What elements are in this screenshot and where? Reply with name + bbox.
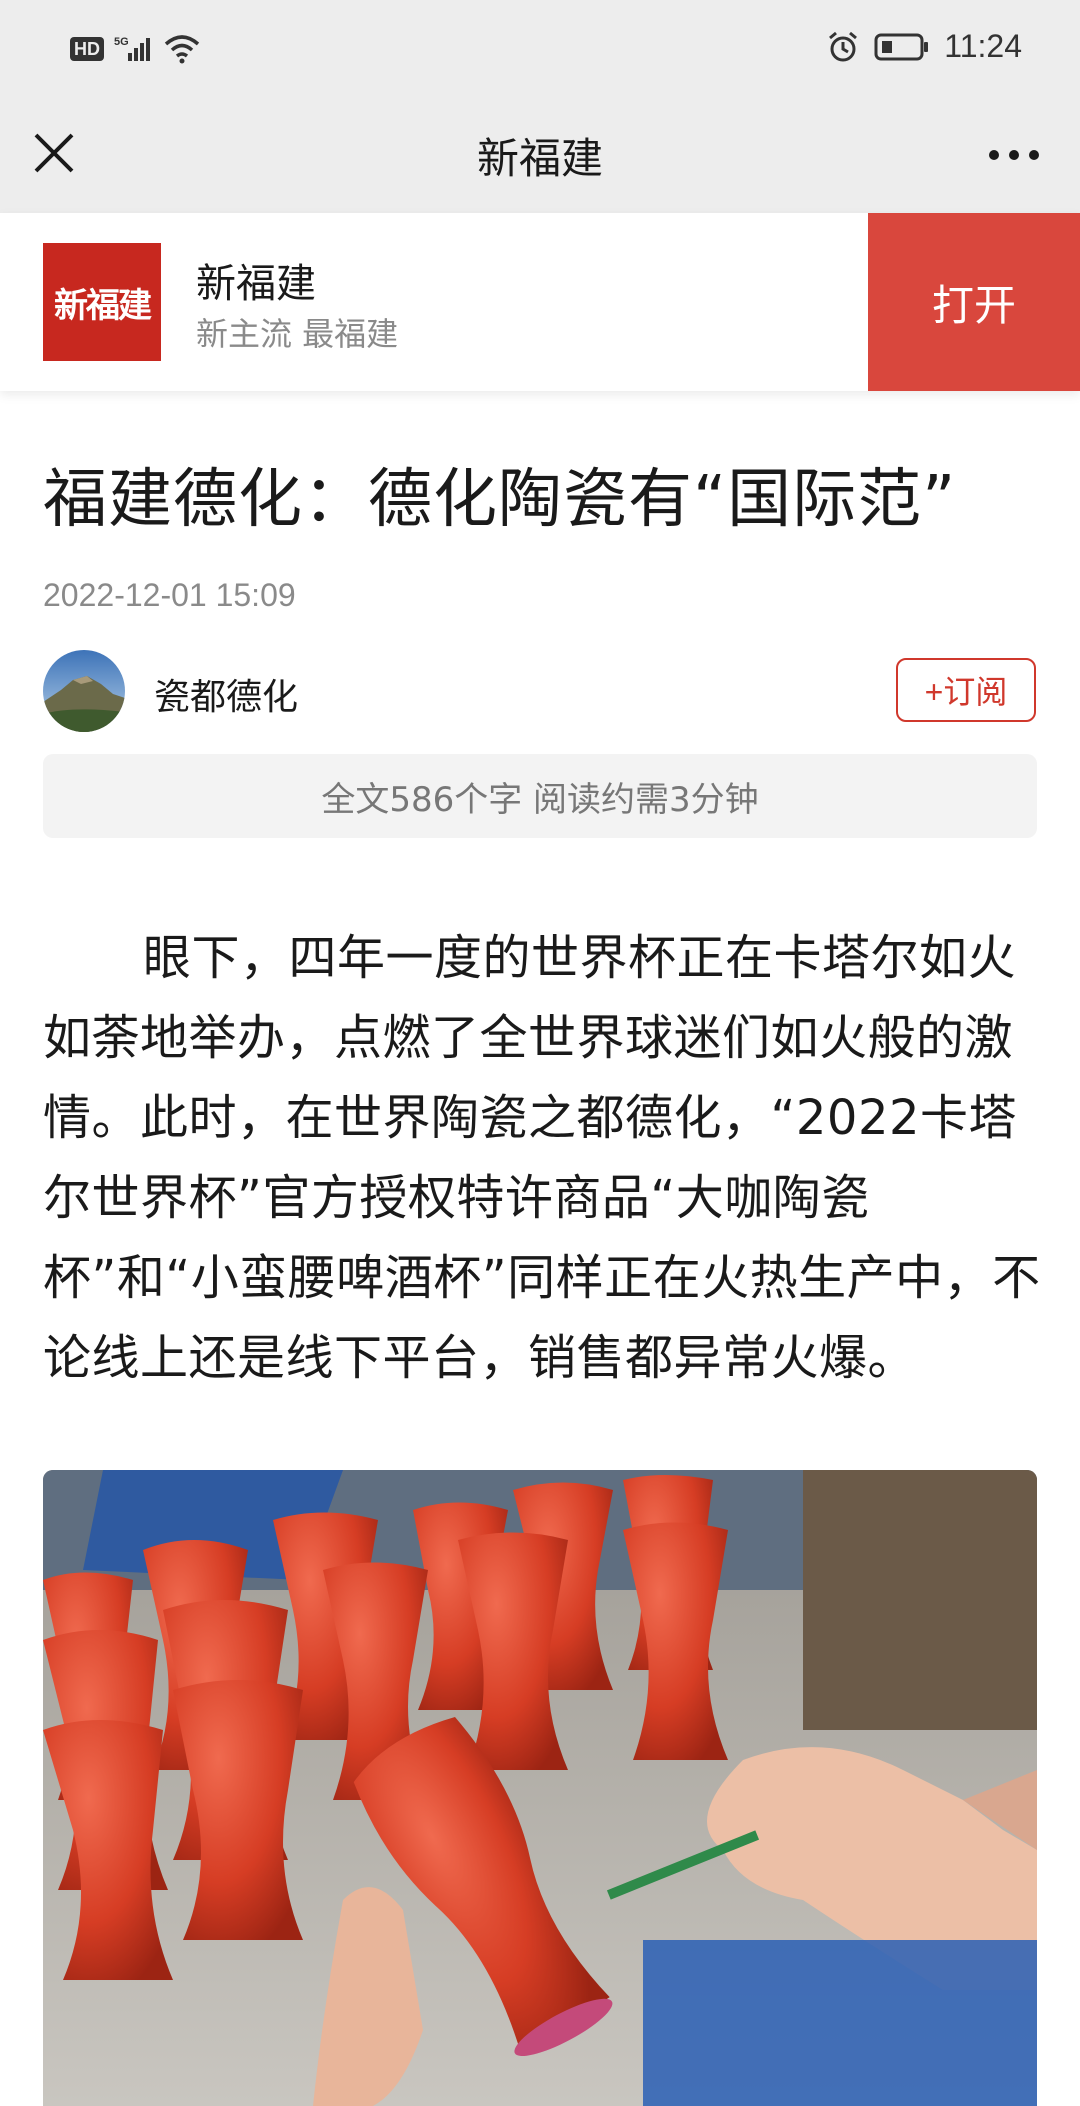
status-bar: HD 5G 11:24 xyxy=(0,0,1080,105)
signal-icon: 5G xyxy=(114,36,150,61)
ceramic-cups-photo xyxy=(43,1470,1037,2106)
status-left: HD 5G xyxy=(70,34,200,64)
article-title: 福建德化：德化陶瓷有“国际范” xyxy=(43,463,957,537)
wifi-icon xyxy=(164,35,200,64)
alarm-icon xyxy=(829,31,858,61)
subscribe-button[interactable]: +订阅 xyxy=(896,658,1036,722)
read-info: 全文586个字 阅读约需3分钟 xyxy=(43,754,1037,838)
author-name[interactable]: 瓷都德化 xyxy=(154,668,298,720)
app-slogan: 新主流 最福建 xyxy=(196,315,399,353)
more-icon[interactable] xyxy=(986,135,1042,175)
avatar-image xyxy=(43,650,125,732)
open-app-button[interactable]: 打开 xyxy=(868,213,1080,391)
article-photo xyxy=(43,1470,1037,2106)
status-right: 11:24 xyxy=(826,28,1022,65)
title-bar: 新福建 xyxy=(0,105,1080,213)
app-logo: 新福建 xyxy=(43,243,161,361)
author-avatar[interactable] xyxy=(43,650,125,732)
clock: 11:24 xyxy=(944,28,1022,64)
publish-date: 2022-12-01 15:09 xyxy=(43,577,296,613)
article-paragraph: 眼下，四年一度的世界杯正在卡塔尔如火如荼地举办，点燃了全世界球迷们如火般的激情。… xyxy=(43,930,1041,1386)
network-label: 5G xyxy=(114,36,129,48)
battery-icon xyxy=(874,33,929,60)
app-name: 新福建 xyxy=(196,261,316,307)
hd-badge: HD xyxy=(70,37,104,61)
app-banner: 新福建 新福建 新主流 最福建 打开 xyxy=(0,213,1080,391)
app-logo-text: 新福建 xyxy=(54,285,152,326)
page-title: 新福建 xyxy=(476,134,603,183)
